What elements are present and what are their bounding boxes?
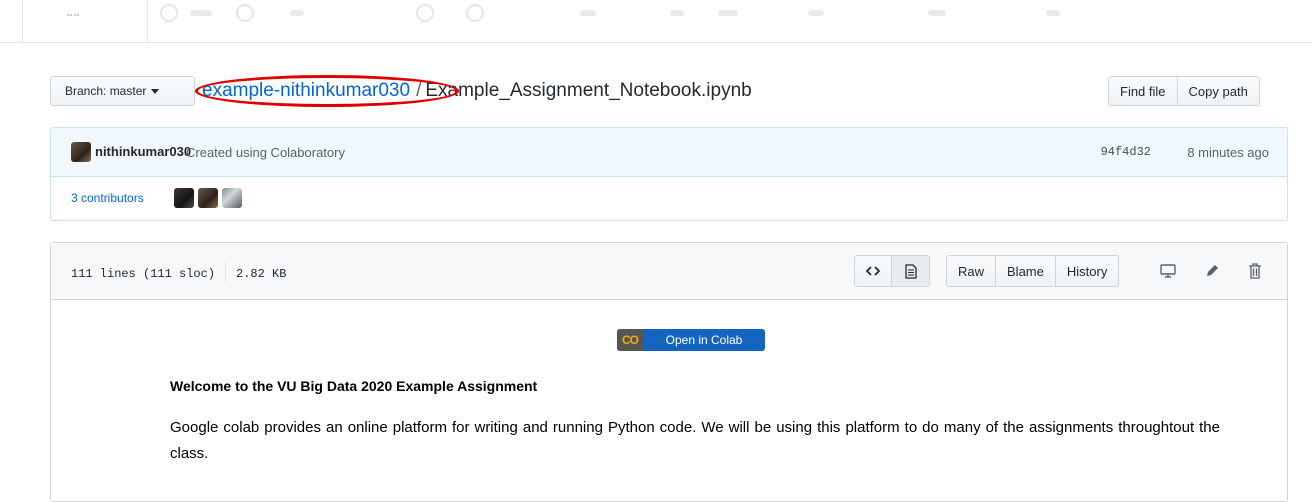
- colab-logo-icon: CO: [617, 329, 643, 351]
- find-file-button[interactable]: Find file: [1108, 76, 1178, 106]
- view-source-button[interactable]: [854, 255, 892, 287]
- file-header: 111 lines (111 sloc) 2.82 KB Raw Blame Hi…: [51, 243, 1287, 300]
- branch-select-button[interactable]: Branch: master: [50, 76, 195, 106]
- contributor-avatar[interactable]: [198, 188, 218, 208]
- contributor-avatar[interactable]: [222, 188, 242, 208]
- tab-ghost[interactable]: [670, 10, 684, 16]
- file-text-icon: [904, 263, 917, 279]
- issues-icon[interactable]: [160, 4, 178, 22]
- actions-icon[interactable]: [416, 4, 434, 22]
- contributors-link[interactable]: 3 contributors: [71, 191, 144, 205]
- commit-info-bar: nithinkumar030 Created using Colaborator…: [51, 128, 1287, 177]
- caret-down-icon: [151, 88, 160, 94]
- copy-path-button[interactable]: Copy path: [1177, 76, 1260, 106]
- open-in-colab-badge[interactable]: CO Open in Colab: [617, 329, 765, 351]
- file-size: 2.82 KB: [236, 267, 287, 282]
- breadcrumb: example-nithinkumar030 /Example_Assignmen…: [202, 79, 752, 103]
- raw-button[interactable]: Raw: [946, 255, 997, 287]
- pencil-icon: [1207, 265, 1218, 276]
- view-toggle: [854, 255, 930, 287]
- breadcrumb-separator: /: [416, 80, 422, 101]
- tab-ghost[interactable]: [190, 10, 212, 16]
- author-avatar[interactable]: [71, 142, 91, 162]
- history-button[interactable]: History: [1055, 255, 1120, 287]
- desktop-icon: [1160, 264, 1176, 278]
- file-viewer: 111 lines (111 sloc) 2.82 KB Raw Blame Hi…: [50, 242, 1288, 502]
- open-desktop-button[interactable]: [1156, 259, 1180, 283]
- commit-message[interactable]: Created using Colaboratory: [186, 145, 345, 160]
- notebook-heading: Welcome to the VU Big Data 2020 Example …: [170, 378, 538, 394]
- edit-file-button[interactable]: [1200, 259, 1224, 283]
- file-info: 111 lines (111 sloc) 2.82 KB: [71, 262, 287, 284]
- breadcrumb-file-name: Example_Assignment_Notebook.ipynb: [425, 80, 752, 101]
- commit-author-link[interactable]: nithinkumar030: [95, 144, 191, 159]
- commit-sha-link[interactable]: 94f4d32: [1101, 145, 1151, 159]
- pr-icon[interactable]: [236, 4, 254, 22]
- graph-icon[interactable]: [928, 10, 946, 16]
- view-rendered-button[interactable]: [892, 255, 930, 287]
- tab-ghost[interactable]: [290, 10, 304, 16]
- breadcrumb-repo-link[interactable]: example-nithinkumar030: [202, 80, 410, 101]
- info-divider: [225, 262, 227, 282]
- blame-button[interactable]: Blame: [996, 255, 1056, 287]
- projects-icon[interactable]: [466, 4, 484, 22]
- insights-icon[interactable]: [808, 10, 824, 16]
- contributor-avatar[interactable]: [174, 188, 194, 208]
- commit-time: 8 minutes ago: [1187, 145, 1269, 160]
- file-line-count: 111 lines (111 sloc): [71, 267, 216, 282]
- tab-code[interactable]: [22, 0, 148, 42]
- security-icon[interactable]: [718, 10, 738, 16]
- colab-badge-text: Open in Colab: [643, 329, 765, 351]
- file-actions-group: Find file Copy path: [1108, 76, 1260, 106]
- latest-commit-box: nithinkumar030 Created using Colaborator…: [50, 127, 1288, 221]
- settings-icon[interactable]: [1046, 10, 1060, 16]
- code-icon: [866, 266, 880, 276]
- delete-file-button[interactable]: [1243, 259, 1267, 283]
- notebook-paragraph: Google colab provides an online platform…: [170, 419, 1220, 462]
- trash-icon: [1249, 263, 1261, 279]
- wiki-icon[interactable]: [580, 10, 596, 16]
- repo-nav-tabs: [0, 0, 1312, 43]
- file-view-actions: Raw Blame History: [946, 255, 1120, 287]
- branch-label: Branch: master: [65, 84, 147, 98]
